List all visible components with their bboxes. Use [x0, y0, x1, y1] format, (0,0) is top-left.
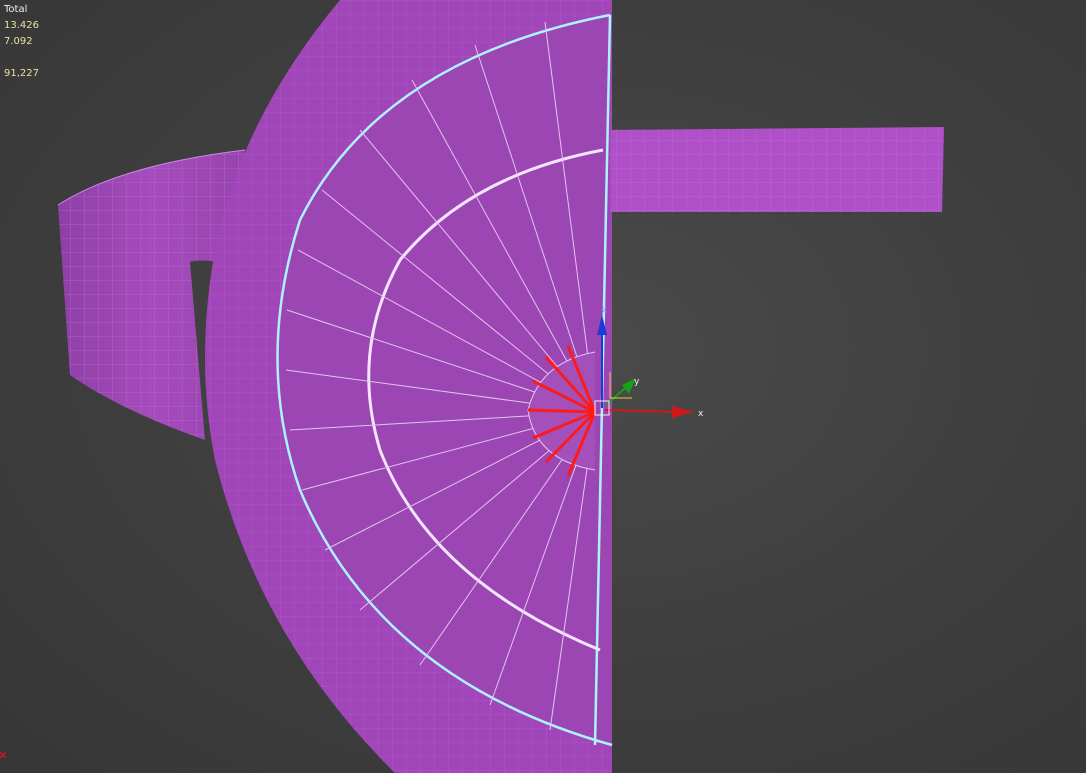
stats-polys-value: 13.426 — [4, 20, 39, 31]
axis-x-label: x — [698, 409, 704, 419]
stats-spacer — [4, 50, 39, 66]
stats-total-label: Total — [4, 4, 28, 15]
stats-fps-value: 91,227 — [4, 68, 39, 79]
axis-y-label: y — [634, 377, 640, 387]
viewport-axis-tripod-icon — [0, 751, 7, 759]
scene-canvas[interactable]: z x y — [0, 0, 1086, 773]
perspective-viewport[interactable]: z x y Total 13.426 7.092 91,227 — [0, 0, 1086, 773]
viewport-statistics: Total 13.426 7.092 91,227 — [4, 2, 39, 82]
axis-z-label: z — [602, 305, 607, 315]
stats-verts-value: 7.092 — [4, 36, 33, 47]
straight-ribbon-mesh[interactable] — [600, 127, 944, 212]
